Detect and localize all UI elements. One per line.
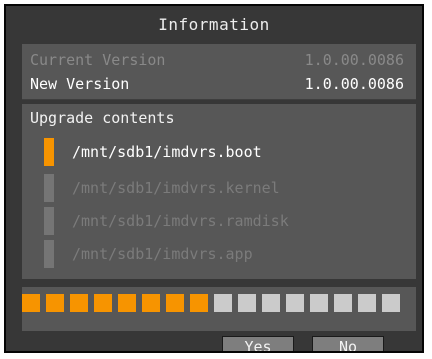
upgrade-file-item: /mnt/sdb1/imdvrs.boot [44,138,262,166]
new-version-value: 1.0.00.0086 [304,75,404,93]
dialog-title-bar: Information [6,6,422,42]
progress-segment-filled [70,294,88,312]
upgrade-file-item: /mnt/sdb1/imdvrs.app [44,240,253,268]
new-version-label: New Version [30,75,130,93]
progress-segment-empty [214,294,232,312]
progress-segment-empty [310,294,328,312]
no-button[interactable]: No [312,336,384,351]
upgrade-file-name: /mnt/sdb1/imdvrs.kernel [72,179,280,197]
progress-segment-filled [46,294,64,312]
file-status-marker [44,240,54,268]
file-status-marker [44,174,54,202]
progress-segment-empty [382,294,400,312]
progress-segment-empty [334,294,352,312]
progress-segment-empty [286,294,304,312]
progress-segment-filled [166,294,184,312]
progress-segment-filled [142,294,160,312]
progress-segment-empty [262,294,280,312]
information-dialog: Information Current Version 1.0.00.0086 … [4,4,424,353]
progress-segment-filled [118,294,136,312]
upgrade-progress-panel [22,287,416,331]
upgrade-file-item: /mnt/sdb1/imdvrs.kernel [44,174,280,202]
current-version-label: Current Version [30,51,166,69]
yes-button[interactable]: Yes [222,336,294,351]
progress-segment-empty [358,294,376,312]
version-panel: Current Version 1.0.00.0086 New Version … [22,44,416,100]
current-version-row: Current Version 1.0.00.0086 [30,48,404,72]
current-version-value: 1.0.00.0086 [304,51,404,69]
upgrade-file-item: /mnt/sdb1/imdvrs.ramdisk [44,207,289,235]
upgrade-file-name: /mnt/sdb1/imdvrs.app [72,245,253,263]
upgrade-contents-panel: Upgrade contents /mnt/sdb1/imdvrs.boot /… [22,104,416,279]
upgrade-file-name: /mnt/sdb1/imdvrs.boot [72,143,262,161]
upgrade-file-name: /mnt/sdb1/imdvrs.ramdisk [72,212,289,230]
file-status-marker [44,138,54,166]
new-version-row: New Version 1.0.00.0086 [30,72,404,96]
progress-segment-filled [22,294,40,312]
upgrade-contents-header: Upgrade contents [30,109,175,127]
file-status-marker [44,207,54,235]
progress-segment-empty [238,294,256,312]
dialog-title: Information [158,14,270,34]
upgrade-progress-bar [22,294,400,312]
progress-segment-filled [94,294,112,312]
progress-segment-filled [190,294,208,312]
